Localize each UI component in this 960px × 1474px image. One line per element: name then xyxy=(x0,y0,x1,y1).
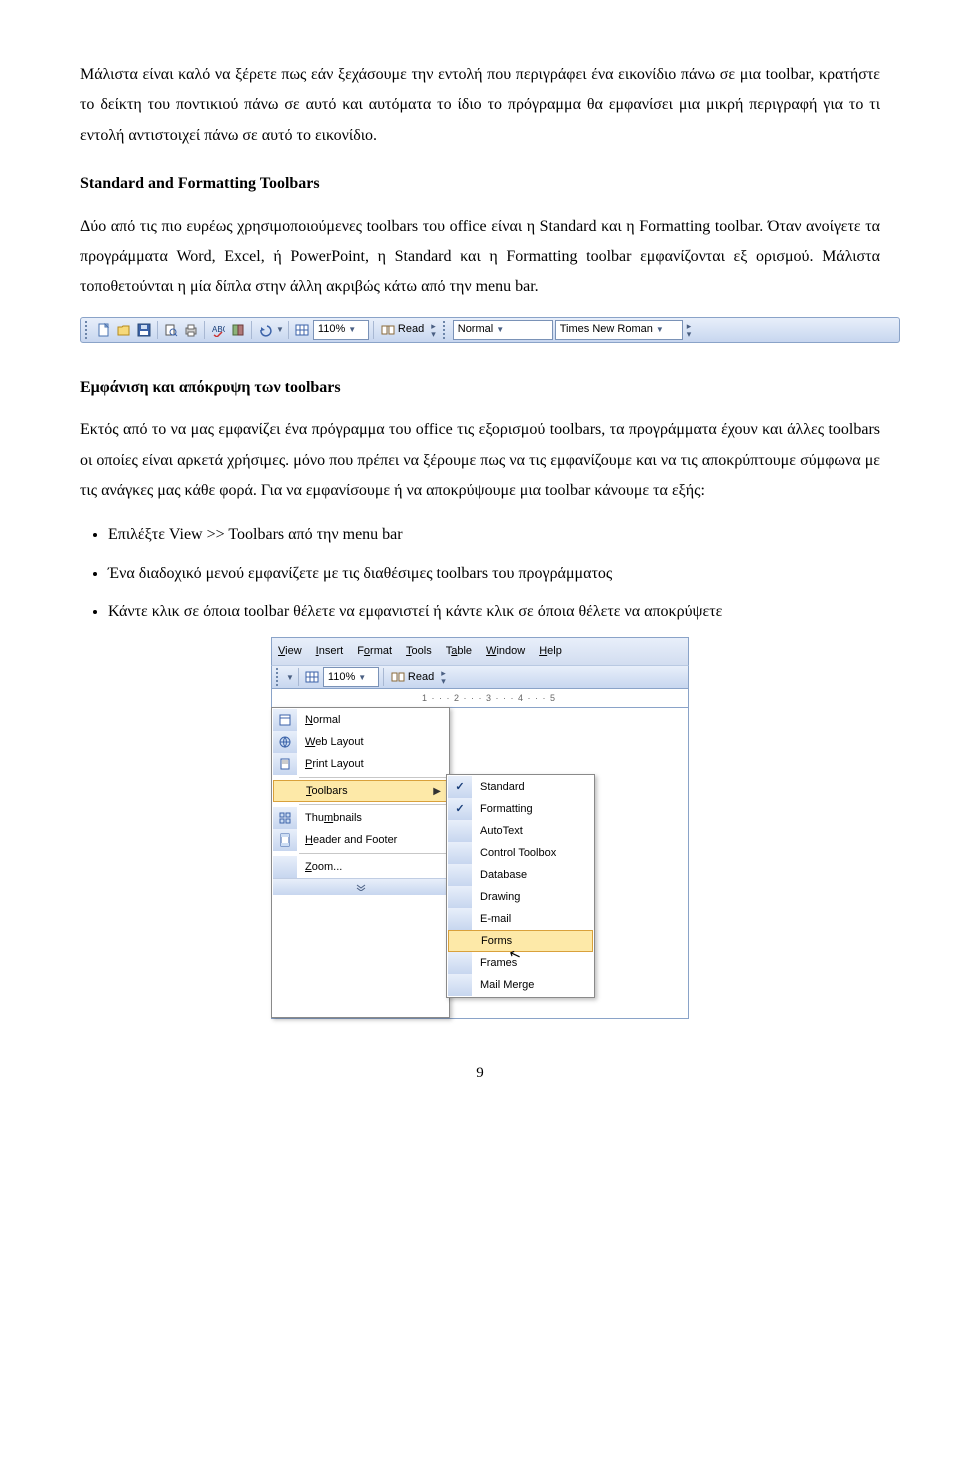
intro-paragraph: Μάλιστα είναι καλό να ξέρετε πως εάν ξεχ… xyxy=(80,60,880,151)
menu-item-header-footer[interactable]: Header and Footer xyxy=(273,829,448,851)
zoom-value: 110% xyxy=(318,319,345,340)
submenu-item-standard[interactable]: ✓ Standard xyxy=(448,776,593,798)
heading-show-hide-toolbars: Εμφάνιση και απόκρυψη των toolbars xyxy=(80,373,880,403)
mini-read-label: Read xyxy=(408,667,434,688)
menu-item-zoom[interactable]: Zoom... xyxy=(273,856,448,878)
submenu-item-control-toolbox[interactable]: Control Toolbox xyxy=(448,842,593,864)
undo-icon[interactable] xyxy=(256,321,274,339)
menu-item-thumbnails[interactable]: Thumbnails xyxy=(273,807,448,829)
research-icon[interactable] xyxy=(229,321,247,339)
page-number: 9 xyxy=(80,1059,880,1088)
submenu-item-forms[interactable]: Forms ↖ xyxy=(448,930,593,952)
check-icon: ✓ xyxy=(448,776,472,798)
save-icon[interactable] xyxy=(135,321,153,339)
heading-standard-formatting: Standard and Formatting Toolbars xyxy=(80,169,880,199)
normal-view-icon xyxy=(273,709,297,731)
standard-formatting-paragraph: Δύο από τις πιο ευρέως χρησιμοποιούμενες… xyxy=(80,212,880,303)
menu-item-toolbars[interactable]: Toolbars ▶ xyxy=(273,780,448,802)
menu-tools[interactable]: Tools xyxy=(406,641,432,662)
menu-screenshot: View Insert Format Tools Table Window He… xyxy=(271,637,689,1019)
print-preview-icon[interactable] xyxy=(162,321,180,339)
thumbnails-icon xyxy=(273,807,297,829)
font-dropdown[interactable]: Times New Roman ▼ xyxy=(555,320,683,340)
blank-icon xyxy=(448,820,472,842)
blank-icon xyxy=(273,856,297,878)
open-icon[interactable] xyxy=(115,321,133,339)
zoom-dropdown[interactable]: 110% ▼ xyxy=(323,667,379,687)
submenu-item-autotext[interactable]: AutoText xyxy=(448,820,593,842)
blank-icon xyxy=(448,908,472,930)
header-footer-icon xyxy=(273,829,297,851)
toolbar-grip-icon[interactable] xyxy=(85,321,91,339)
toolbar-overflow-icon[interactable]: ▸▾ xyxy=(429,322,438,338)
blank-icon xyxy=(449,931,473,951)
submenu-item-drawing[interactable]: Drawing xyxy=(448,886,593,908)
toolbar-grip-icon[interactable] xyxy=(276,668,282,686)
toolbars-submenu: ✓ Standard ✓ Formatting AutoText Control… xyxy=(446,774,595,998)
table-insert-icon[interactable] xyxy=(303,668,321,686)
check-icon: ✓ xyxy=(448,798,472,820)
view-dropdown: Normal Web Layout Print Layout Toolbars … xyxy=(271,707,450,1018)
ruler: 1 · · · 2 · · · 3 · · · 4 · · · 5 xyxy=(271,689,689,708)
mini-toolbar: ▼ 110% ▼ Read ▸▾ xyxy=(271,665,689,689)
menu-window[interactable]: Window xyxy=(486,641,525,662)
steps-list: Επιλέξτε View >> Toolbars από την menu b… xyxy=(80,520,880,627)
toolbar-grip-icon[interactable] xyxy=(443,321,449,339)
submenu-item-database[interactable]: Database xyxy=(448,864,593,886)
new-doc-icon[interactable] xyxy=(95,321,113,339)
mini-zoom-value: 110% xyxy=(328,667,355,688)
spell-check-icon[interactable]: ABC xyxy=(209,321,227,339)
submenu-item-formatting[interactable]: ✓ Formatting xyxy=(448,798,593,820)
read-label: Read xyxy=(398,319,424,340)
list-item: Ένα διαδοχικό μενού εμφανίζετε με τις δι… xyxy=(108,559,880,589)
blank-icon xyxy=(274,781,298,801)
menu-table[interactable]: Table xyxy=(446,641,472,662)
blank-icon xyxy=(448,974,472,996)
blank-icon xyxy=(448,864,472,886)
menubar: View Insert Format Tools Table Window He… xyxy=(271,637,689,665)
web-layout-icon xyxy=(273,731,297,753)
menu-format[interactable]: Format xyxy=(357,641,392,662)
style-value: Normal xyxy=(458,319,493,340)
print-icon[interactable] xyxy=(182,321,200,339)
submenu-item-frames[interactable]: Frames xyxy=(448,952,593,974)
table-insert-icon[interactable] xyxy=(293,321,311,339)
font-value: Times New Roman xyxy=(560,319,653,340)
style-dropdown[interactable]: Normal ▼ xyxy=(453,320,553,340)
word-toolbar-strip: ABC ▼ 110% ▼ Read ▸▾ Normal ▼ Times New … xyxy=(80,317,900,343)
zoom-dropdown[interactable]: 110% ▼ xyxy=(313,320,369,340)
menu-view[interactable]: View xyxy=(278,641,302,662)
submenu-item-mailmerge[interactable]: Mail Merge xyxy=(448,974,593,996)
menu-item-normal[interactable]: Normal xyxy=(273,709,448,731)
menu-help[interactable]: Help xyxy=(539,641,562,662)
submenu-item-email[interactable]: E-mail xyxy=(448,908,593,930)
svg-text:ABC: ABC xyxy=(212,325,225,334)
menu-insert[interactable]: Insert xyxy=(316,641,344,662)
toolbar-overflow-icon[interactable]: ▸▾ xyxy=(685,322,694,338)
read-button[interactable]: Read xyxy=(388,667,437,688)
blank-icon xyxy=(448,886,472,908)
list-item: Επιλέξτε View >> Toolbars από την menu b… xyxy=(108,520,880,550)
toolbar-overflow-icon[interactable]: ▸▾ xyxy=(439,669,448,685)
blank-icon xyxy=(448,952,472,974)
ruler-marks: 1 · · · 2 · · · 3 · · · 4 · · · 5 xyxy=(422,690,556,707)
submenu-arrow-icon: ▶ xyxy=(433,782,447,801)
menu-item-web-layout[interactable]: Web Layout xyxy=(273,731,448,753)
menu-expand-icon[interactable] xyxy=(273,878,448,895)
blank-icon xyxy=(448,842,472,864)
read-button[interactable]: Read xyxy=(378,319,427,340)
menu-item-print-layout[interactable]: Print Layout xyxy=(273,753,448,775)
show-hide-paragraph: Εκτός από το να μας εμφανίζει ένα πρόγρα… xyxy=(80,415,880,506)
list-item: Κάντε κλικ σε όποια toolbar θέλετε να εμ… xyxy=(108,597,880,627)
print-layout-icon xyxy=(273,753,297,775)
